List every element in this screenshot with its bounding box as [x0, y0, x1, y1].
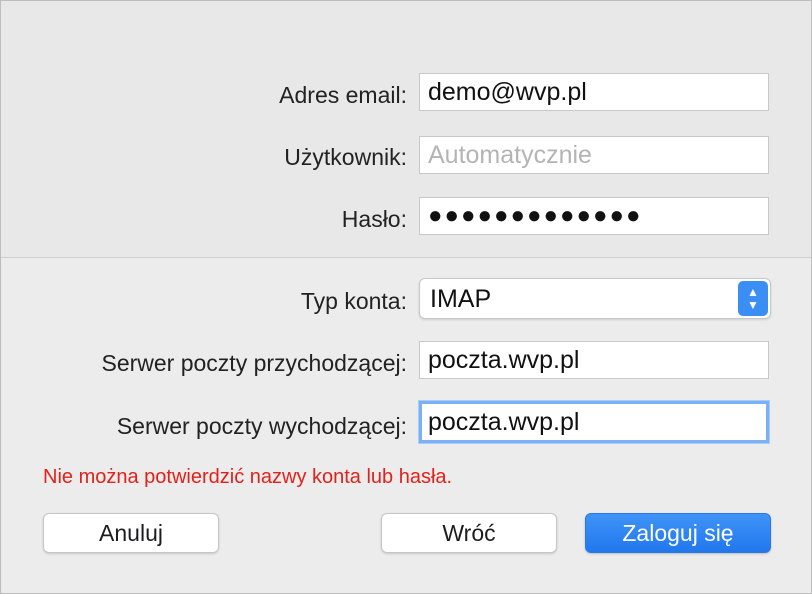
- account-type-label: Typ konta:: [300, 288, 407, 314]
- incoming-server-field[interactable]: [419, 341, 769, 379]
- account-setup-dialog: Adres email: Użytkownik: Hasło: Typ kont…: [0, 0, 812, 594]
- password-field[interactable]: [419, 197, 769, 235]
- sign-in-button[interactable]: Zaloguj się: [585, 513, 771, 553]
- username-field[interactable]: [419, 136, 769, 174]
- back-button[interactable]: Wróć: [381, 513, 557, 553]
- username-label: Użytkownik:: [284, 144, 407, 170]
- select-stepper-icon[interactable]: ▲ ▼: [738, 281, 768, 316]
- section-divider: [1, 257, 811, 258]
- chevron-down-icon: ▼: [747, 298, 759, 312]
- error-message: Nie można potwierdzić nazwy konta lub ha…: [43, 466, 453, 488]
- outgoing-server-label: Serwer poczty wychodzącej:: [116, 413, 407, 439]
- email-field[interactable]: [419, 73, 769, 111]
- account-type-value: IMAP: [430, 285, 492, 313]
- incoming-server-label: Serwer poczty przychodzącej:: [101, 350, 407, 376]
- chevron-up-icon: ▲: [747, 285, 759, 299]
- password-label: Hasło:: [341, 206, 407, 232]
- account-type-select[interactable]: IMAP ▲ ▼: [419, 278, 771, 319]
- email-label: Adres email:: [279, 82, 407, 108]
- outgoing-server-field[interactable]: [419, 401, 769, 443]
- cancel-button[interactable]: Anuluj: [43, 513, 219, 553]
